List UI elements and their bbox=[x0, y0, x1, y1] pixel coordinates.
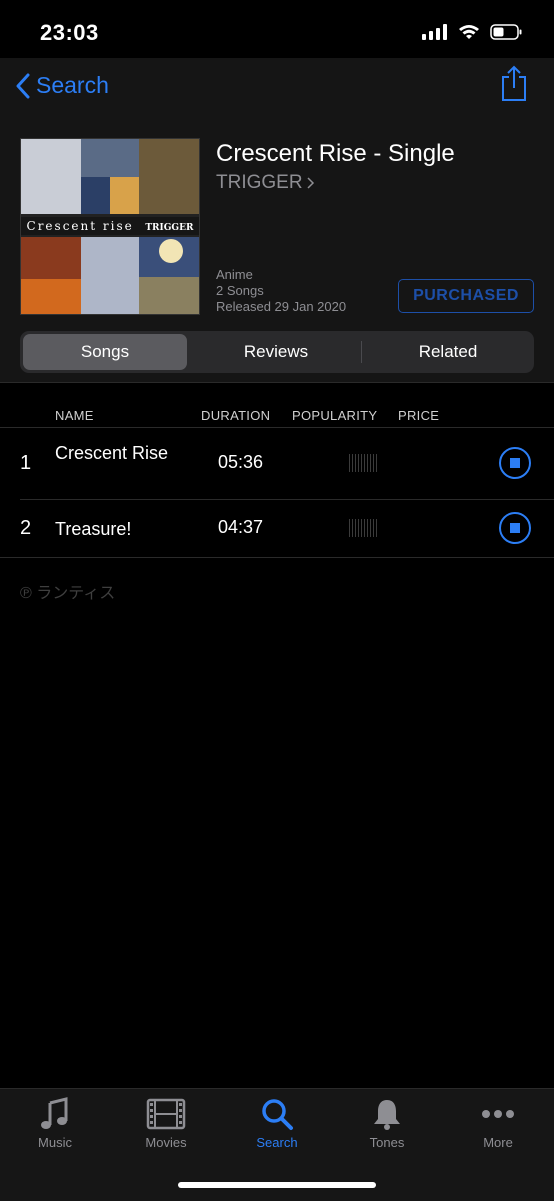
divider bbox=[20, 499, 554, 500]
tab-search[interactable]: Search bbox=[222, 1097, 332, 1150]
column-header-name: NAME bbox=[55, 408, 94, 423]
album-title: Crescent Rise - Single bbox=[216, 140, 455, 167]
tab-label: Music bbox=[38, 1135, 72, 1150]
column-header-duration: DURATION bbox=[201, 408, 271, 423]
tab-tones[interactable]: Tones bbox=[332, 1097, 442, 1150]
track-name[interactable]: Treasure! bbox=[55, 518, 131, 540]
popularity-bar bbox=[349, 519, 379, 537]
tab-label: Movies bbox=[145, 1135, 187, 1150]
popularity-bar bbox=[349, 454, 379, 472]
album-artwork: Crescent rise TRIGGER bbox=[20, 138, 200, 315]
artist-link[interactable]: TRIGGER bbox=[216, 172, 316, 194]
stop-icon bbox=[510, 458, 520, 468]
segment-songs[interactable]: Songs bbox=[23, 334, 187, 370]
music-note-icon bbox=[41, 1097, 68, 1129]
copyright-text: ℗ ランティス bbox=[20, 585, 116, 602]
back-label: Search bbox=[36, 72, 109, 98]
segmented-control: Songs Reviews Related bbox=[20, 331, 534, 373]
track-duration: 05:36 bbox=[218, 452, 264, 472]
tab-label: Tones bbox=[369, 1135, 405, 1150]
tab-more[interactable]: More bbox=[443, 1097, 553, 1150]
purchased-button[interactable]: PURCHASED bbox=[398, 279, 534, 313]
segment-divider bbox=[361, 341, 362, 363]
film-icon bbox=[146, 1098, 186, 1130]
stop-button[interactable] bbox=[499, 447, 531, 479]
status-icons bbox=[422, 24, 522, 40]
ellipsis-icon bbox=[482, 1110, 514, 1118]
back-button[interactable]: Search bbox=[16, 72, 109, 99]
home-indicator bbox=[178, 1182, 376, 1188]
divider bbox=[0, 557, 554, 558]
track-number: 1 bbox=[20, 452, 32, 474]
divider bbox=[0, 427, 554, 428]
battery-icon bbox=[490, 24, 522, 40]
album-release-date: Released 29 Jan 2020 bbox=[216, 299, 347, 314]
share-icon bbox=[502, 65, 526, 101]
search-icon bbox=[262, 1099, 293, 1130]
tab-music[interactable]: Music bbox=[0, 1097, 110, 1150]
column-header-popularity: POPULARITY bbox=[292, 408, 378, 423]
artist-name: TRIGGER bbox=[216, 172, 303, 193]
artwork-brand: TRIGGER bbox=[145, 223, 194, 233]
track-name[interactable]: Crescent Rise bbox=[55, 442, 185, 464]
album-song-count: 2 Songs bbox=[216, 283, 264, 298]
chevron-right-icon bbox=[307, 177, 314, 189]
column-header-price: PRICE bbox=[398, 408, 440, 423]
share-button[interactable] bbox=[500, 64, 528, 107]
tab-movies[interactable]: Movies bbox=[111, 1097, 221, 1150]
status-time: 23:03 bbox=[40, 20, 99, 45]
tab-label: More bbox=[483, 1135, 513, 1150]
album-genre: Anime bbox=[216, 267, 253, 282]
track-number: 2 bbox=[20, 517, 32, 539]
wifi-icon bbox=[459, 25, 479, 39]
signal-icon bbox=[422, 24, 447, 40]
bell-icon bbox=[374, 1100, 400, 1130]
stop-icon bbox=[510, 523, 520, 533]
stop-button[interactable] bbox=[499, 512, 531, 544]
segment-reviews[interactable]: Reviews bbox=[192, 334, 360, 370]
chevron-left-icon bbox=[16, 73, 30, 98]
divider bbox=[0, 382, 554, 383]
track-duration: 04:37 bbox=[218, 517, 264, 537]
segment-related[interactable]: Related bbox=[364, 334, 532, 370]
artwork-title: Crescent rise TRIGGER bbox=[21, 217, 199, 235]
tab-label: Search bbox=[256, 1135, 298, 1150]
